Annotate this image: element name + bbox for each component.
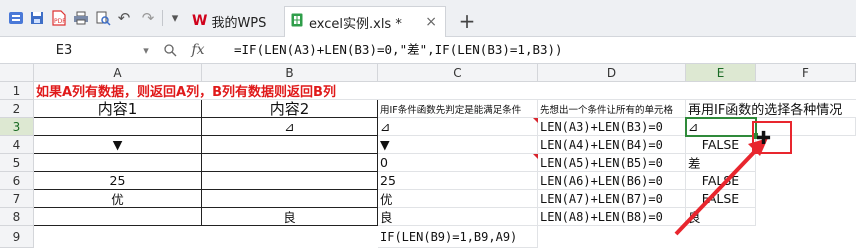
close-tab-icon[interactable]: × (425, 14, 437, 30)
spreadsheet-grid[interactable]: A B C D E F 1 2 3 4 5 6 7 8 9 如果A列有数据，则返… (0, 64, 856, 248)
insert-function-icon[interactable]: fx (186, 39, 210, 61)
spreadsheet-icon (291, 13, 303, 31)
formula-bar: E3 ▾ fx =IF(LEN(A3)+LEN(B3)=0,"差",IF(LEN… (0, 37, 856, 64)
new-tab-button[interactable]: + (452, 6, 482, 36)
redo-icon[interactable]: ↷ (140, 9, 156, 27)
annotation-arrow (674, 138, 768, 236)
toolbar-separator (162, 10, 163, 26)
tab-label: 我的WPS (211, 15, 267, 31)
wps-logo-icon: W (192, 13, 208, 29)
cursor-crosshair-icon: ✚ (756, 128, 772, 149)
svg-text:PDF: PDF (54, 18, 66, 25)
dropdown-icon[interactable]: ▾ (168, 9, 182, 27)
tab-my-wps[interactable]: W 我的WPS (190, 6, 278, 36)
app-logo-icon[interactable] (6, 9, 26, 27)
tab-excel-file[interactable]: excel实例.xls * × (284, 6, 446, 37)
undo-icon[interactable]: ↶ (116, 9, 132, 27)
name-box[interactable]: E3 (0, 39, 128, 61)
export-pdf-icon[interactable]: PDF (50, 9, 68, 27)
save-icon[interactable] (28, 9, 46, 27)
print-preview-icon[interactable] (94, 9, 112, 27)
name-box-dropdown-icon[interactable]: ▾ (140, 39, 152, 61)
formula-input[interactable]: =IF(LEN(A3)+LEN(B3)=0,"差",IF(LEN(B3)=1,B… (234, 39, 563, 61)
print-icon[interactable] (72, 9, 90, 27)
title-bar: PDF ↶ ↷ ▾ W 我的WPS excel实例.xls * × + (0, 0, 856, 37)
tab-label: excel实例.xls * (309, 16, 402, 32)
zoom-formula-icon[interactable] (160, 39, 180, 61)
